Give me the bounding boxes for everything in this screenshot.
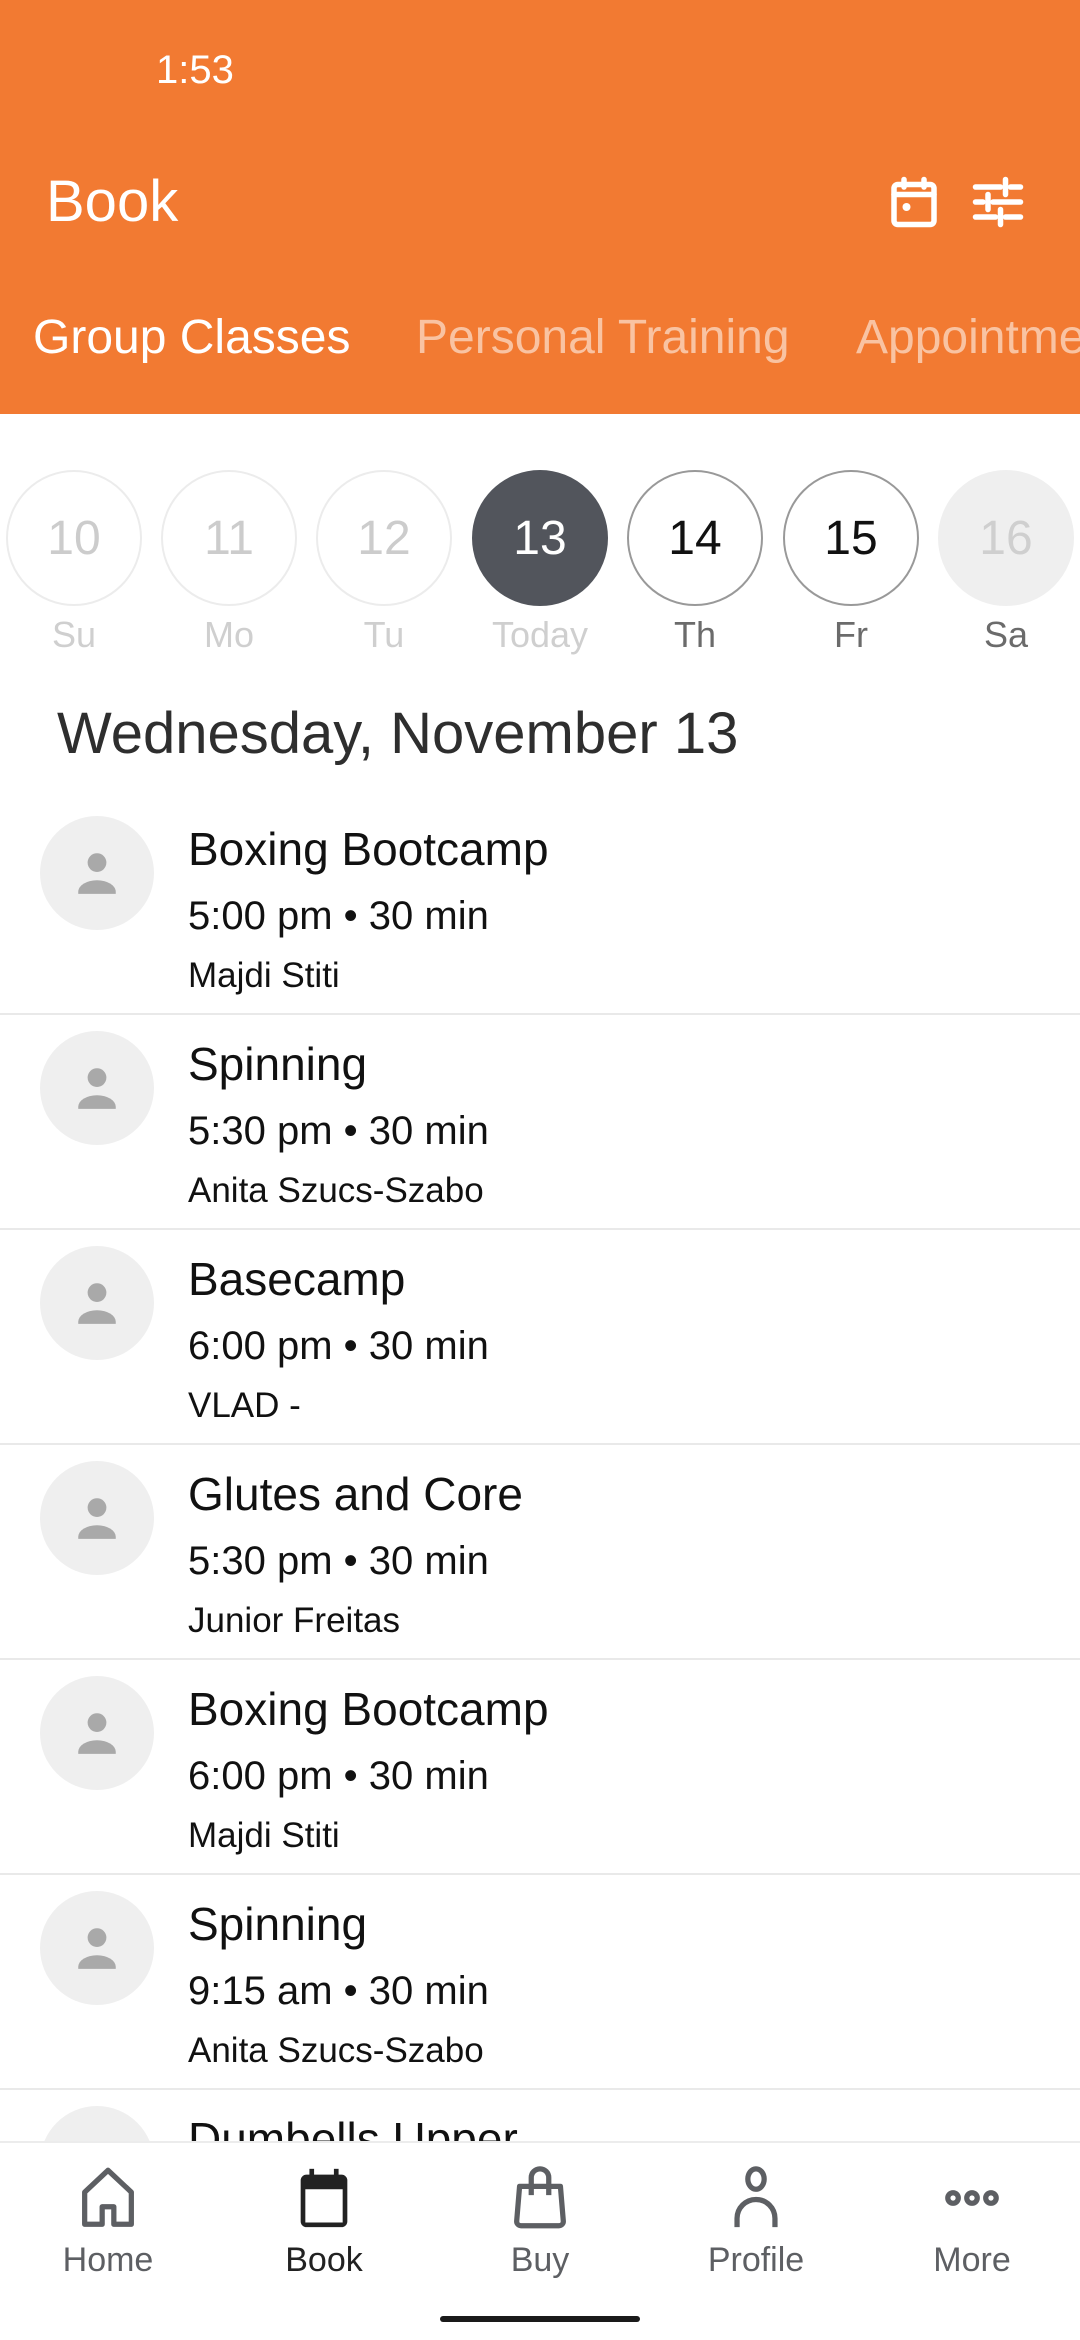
nav-label: More [933, 2241, 1011, 2279]
class-instructor: Anita Szucs-Szabo [188, 1171, 484, 1210]
person-placeholder-icon [78, 853, 116, 894]
class-list-item[interactable]: Spinning 9:15 am • 30 min Anita Szucs-Sz… [0, 1875, 1080, 2090]
nav-label: Profile [707, 2241, 805, 2279]
person-placeholder-icon [78, 1928, 116, 1969]
home-icon [82, 2167, 134, 2227]
day-number: 15 [783, 470, 919, 606]
person-placeholder-icon [78, 1283, 116, 1324]
instructor-avatar [40, 1891, 154, 2005]
status-bar-time: 1:53 [156, 48, 234, 92]
class-list-item[interactable]: Glutes and Core 5:30 pm • 30 min Junior … [0, 1445, 1080, 1660]
class-instructor: Majdi Stiti [188, 1816, 340, 1855]
day-number: 16 [938, 470, 1074, 606]
nav-home[interactable]: Home [0, 2163, 216, 2280]
class-name: Dumbells Upper [188, 2113, 518, 2142]
day-14[interactable]: 14 Th [627, 470, 763, 656]
day-15[interactable]: 15 Fr [783, 470, 919, 656]
nav-label: Book [285, 2241, 363, 2279]
instructor-avatar [40, 816, 154, 930]
class-name: Glutes and Core [188, 1468, 523, 1520]
instructor-avatar [40, 1676, 154, 1790]
date-heading: Wednesday, November 13 [57, 701, 739, 766]
nav-buy[interactable]: Buy [432, 2163, 648, 2280]
class-time: 5:30 pm • 30 min [188, 1539, 489, 1583]
day-label: Tu [363, 614, 405, 655]
class-time: 6:00 pm • 30 min [188, 1754, 489, 1798]
class-name: Spinning [188, 1038, 368, 1090]
class-name: Spinning [188, 1898, 368, 1950]
day-label: Su [51, 614, 97, 655]
class-list-item[interactable]: Boxing Bootcamp 5:00 pm • 30 min Majdi S… [0, 800, 1080, 1015]
day-11[interactable]: 11 Mo [161, 470, 297, 656]
day-number: 13 [472, 470, 608, 606]
more-dots-icon [945, 2190, 999, 2206]
instructor-avatar [40, 1461, 154, 1575]
class-instructor: Anita Szucs-Szabo [188, 2031, 484, 2070]
calendar-icon [300, 2168, 348, 2228]
class-list-item[interactable]: Spinning 5:30 pm • 30 min Anita Szucs-Sz… [0, 1015, 1080, 1230]
class-name: Basecamp [188, 1253, 406, 1305]
nav-more[interactable]: More [864, 2163, 1080, 2280]
person-placeholder-icon [78, 1713, 116, 1754]
filter-sliders-icon[interactable] [968, 172, 1028, 232]
class-list[interactable]: Boxing Bootcamp 5:00 pm • 30 min Majdi S… [0, 800, 1080, 2142]
person-placeholder-icon [78, 1498, 116, 1539]
class-name: Boxing Bootcamp [188, 1683, 549, 1735]
instructor-avatar [40, 1031, 154, 1145]
week-date-picker: 10 Su 11 Mo 12 Tu 13 Today 14 Th 15 Fr 1… [0, 470, 1080, 670]
day-13-today[interactable]: 13 Today [472, 470, 608, 656]
class-instructor: Majdi Stiti [188, 956, 340, 995]
instructor-avatar [40, 2106, 154, 2142]
day-10[interactable]: 10 Su [6, 470, 142, 656]
day-16[interactable]: 16 Sa [938, 470, 1074, 656]
nav-label: Home [62, 2241, 154, 2279]
day-number: 11 [161, 470, 297, 606]
calendar-icon[interactable] [884, 172, 944, 232]
class-name: Boxing Bootcamp [188, 823, 549, 875]
nav-label: Buy [510, 2241, 570, 2279]
nav-book[interactable]: Book [216, 2163, 432, 2280]
class-list-item[interactable]: Boxing Bootcamp 6:00 pm • 30 min Majdi S… [0, 1660, 1080, 1875]
class-time: 5:00 pm • 30 min [188, 894, 489, 938]
class-instructor: VLAD - [188, 1386, 301, 1425]
day-number: 14 [627, 470, 763, 606]
bottom-navigation: Home Book Buy Profile More [0, 2141, 1080, 2340]
home-indicator[interactable] [440, 2316, 640, 2322]
shopping-bag-icon [514, 2166, 566, 2229]
person-placeholder-icon [78, 1068, 116, 1109]
day-number: 12 [316, 470, 452, 606]
day-label: Fr [834, 614, 868, 655]
page-title: Book [46, 169, 179, 234]
class-instructor: Junior Freitas [188, 1601, 401, 1640]
nav-profile[interactable]: Profile [648, 2163, 864, 2280]
tab-group-classes[interactable]: Group Classes [33, 310, 350, 365]
app-header: 1:53 Book Group Classes Personal Trainin… [0, 0, 1080, 414]
class-list-item[interactable]: Dumbells Upper [0, 2090, 1080, 2142]
day-label: Today [491, 614, 589, 655]
class-time: 5:30 pm • 30 min [188, 1109, 489, 1153]
tab-appointments[interactable]: Appointme [856, 310, 1080, 365]
day-number: 10 [6, 470, 142, 606]
class-list-item[interactable]: Basecamp 6:00 pm • 30 min VLAD - [0, 1230, 1080, 1445]
category-tabs: Group Classes Personal Training Appointm… [0, 310, 1080, 380]
instructor-avatar [40, 1246, 154, 1360]
day-label: Mo [203, 614, 254, 655]
person-icon [734, 2166, 778, 2228]
tab-personal-training[interactable]: Personal Training [416, 310, 790, 365]
day-label: Th [673, 614, 716, 655]
day-label: Sa [983, 614, 1029, 655]
day-12[interactable]: 12 Tu [316, 470, 452, 656]
class-time: 9:15 am • 30 min [188, 1969, 489, 2013]
class-time: 6:00 pm • 30 min [188, 1324, 489, 1368]
